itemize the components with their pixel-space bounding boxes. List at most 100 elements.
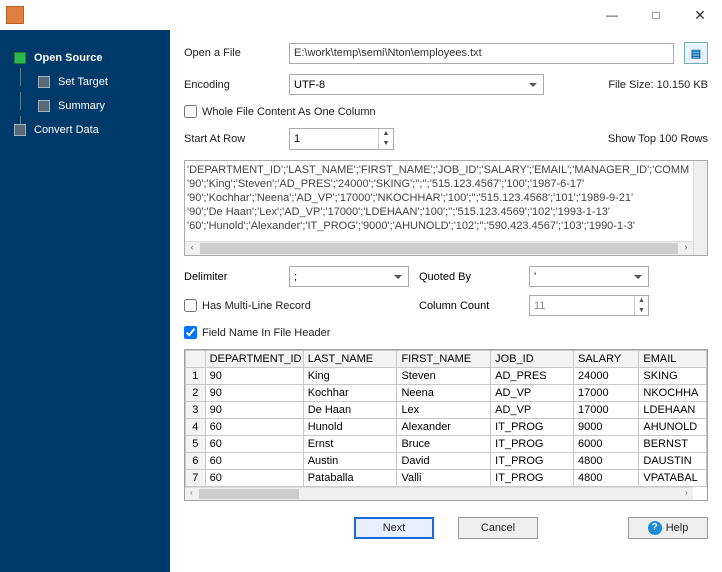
help-icon: ? — [648, 521, 662, 535]
column-count-spinner[interactable]: 11 ▲▼ — [529, 295, 649, 316]
step-icon — [14, 124, 26, 136]
cell: DAUSTIN — [639, 453, 707, 470]
step-convert-data[interactable]: Convert Data — [0, 118, 170, 142]
cell: Valli — [397, 470, 491, 487]
column-header[interactable]: LAST_NAME — [303, 351, 397, 368]
step-summary[interactable]: Summary — [0, 94, 170, 118]
row-number: 7 — [186, 470, 206, 487]
field-name-header-checkbox[interactable]: Field Name In File Header — [184, 326, 708, 339]
table-row[interactable]: 390De HaanLexAD_VP17000LDEHAAN — [186, 402, 707, 419]
preview-line: '90';'Kochhar';'Neena';'AD_VP';'17000';'… — [187, 191, 705, 205]
maximize-button[interactable]: □ — [634, 0, 678, 30]
cell: Lex — [397, 402, 491, 419]
row-number: 5 — [186, 436, 206, 453]
cell: 4800 — [574, 470, 639, 487]
cell: Pataballa — [303, 470, 397, 487]
cell: AD_VP — [491, 385, 574, 402]
file-size-label: File Size: 10.150 KB — [608, 79, 708, 91]
column-count-label: Column Count — [419, 300, 519, 312]
table-hscroll[interactable]: ‹› — [185, 487, 693, 500]
open-file-label: Open a File — [184, 47, 279, 59]
spin-down-icon[interactable]: ▼ — [635, 306, 648, 316]
row-number: 4 — [186, 419, 206, 436]
whole-file-checkbox[interactable]: Whole File Content As One Column — [184, 105, 708, 118]
window-titlebar: — □ ✕ — [0, 0, 722, 30]
step-label: Convert Data — [34, 124, 99, 136]
cancel-button[interactable]: Cancel — [458, 517, 538, 539]
cell: Kochhar — [303, 385, 397, 402]
preview-line: '90';'De Haan';'Lex';'AD_VP';'17000';'LD… — [187, 205, 705, 219]
cell: Ernst — [303, 436, 397, 453]
step-icon — [38, 100, 50, 112]
spin-down-icon[interactable]: ▼ — [379, 139, 393, 149]
step-open-source[interactable]: Open Source — [0, 46, 170, 70]
open-file-input[interactable]: E:\work\temp\semi\Nton\employees.txt — [289, 43, 674, 64]
cell: Neena — [397, 385, 491, 402]
cell: NKOCHHA — [639, 385, 707, 402]
browse-file-button[interactable]: ▤ — [684, 42, 708, 64]
row-number: 1 — [186, 368, 206, 385]
quoted-by-select[interactable]: ' — [529, 266, 649, 287]
column-header[interactable]: FIRST_NAME — [397, 351, 491, 368]
app-icon — [6, 6, 24, 24]
start-row-label: Start At Row — [184, 133, 279, 145]
table-row[interactable]: 760PataballaValliIT_PROG4800VPATABAL — [186, 470, 707, 487]
cell: LDEHAAN — [639, 402, 707, 419]
wizard-sidebar: Open Source Set Target Summary Convert D… — [0, 30, 170, 572]
column-header[interactable]: SALARY — [574, 351, 639, 368]
table-row[interactable]: 560ErnstBruceIT_PROG6000BERNST — [186, 436, 707, 453]
preview-hscroll[interactable]: ‹› — [185, 241, 693, 255]
table-row[interactable]: 290KochharNeenaAD_VP17000NKOCHHA — [186, 385, 707, 402]
next-button[interactable]: Next — [354, 517, 434, 539]
cell: Hunold — [303, 419, 397, 436]
cell: 60 — [205, 436, 303, 453]
show-top-rows-label: Show Top 100 Rows — [608, 133, 708, 145]
step-active-icon — [14, 52, 26, 64]
cell: David — [397, 453, 491, 470]
cell: IT_PROG — [491, 436, 574, 453]
folder-icon: ▤ — [691, 47, 701, 60]
cell: Alexander — [397, 419, 491, 436]
preview-vscroll[interactable] — [693, 161, 707, 255]
table-row[interactable]: 460HunoldAlexanderIT_PROG9000AHUNOLD — [186, 419, 707, 436]
table-row[interactable]: 660AustinDavidIT_PROG4800DAUSTIN — [186, 453, 707, 470]
encoding-select[interactable]: UTF-8 — [289, 74, 544, 95]
cell: IT_PROG — [491, 470, 574, 487]
cell: AD_PRES — [491, 368, 574, 385]
row-number: 3 — [186, 402, 206, 419]
cell: 90 — [205, 402, 303, 419]
column-header[interactable]: EMAIL — [639, 351, 707, 368]
data-table: DEPARTMENT_ID LAST_NAME FIRST_NAME JOB_I… — [184, 349, 708, 501]
multiline-checkbox[interactable]: Has Multi-Line Record — [184, 299, 409, 312]
cell: BERNST — [639, 436, 707, 453]
column-header[interactable]: DEPARTMENT_ID — [205, 351, 303, 368]
start-row-spinner[interactable]: 1 ▲▼ — [289, 128, 394, 150]
cell: 17000 — [574, 402, 639, 419]
preview-line: '90';'King';'Steven';'AD_PRES';'24000';'… — [187, 177, 705, 191]
table-row[interactable]: 190KingStevenAD_PRES24000SKING — [186, 368, 707, 385]
cell: 60 — [205, 453, 303, 470]
column-header[interactable]: JOB_ID — [491, 351, 574, 368]
cell: 90 — [205, 368, 303, 385]
spin-up-icon[interactable]: ▲ — [379, 129, 393, 139]
cell: 17000 — [574, 385, 639, 402]
cell: AD_VP — [491, 402, 574, 419]
minimize-button[interactable]: — — [590, 0, 634, 30]
step-label: Set Target — [58, 76, 108, 88]
step-set-target[interactable]: Set Target — [0, 70, 170, 94]
encoding-label: Encoding — [184, 79, 279, 91]
cell: De Haan — [303, 402, 397, 419]
spin-up-icon[interactable]: ▲ — [635, 296, 648, 306]
close-button[interactable]: ✕ — [678, 0, 722, 30]
preview-line: 'DEPARTMENT_ID';'LAST_NAME';'FIRST_NAME'… — [187, 163, 705, 177]
cell: Steven — [397, 368, 491, 385]
cell: 24000 — [574, 368, 639, 385]
delimiter-label: Delimiter — [184, 271, 279, 283]
cell: 60 — [205, 419, 303, 436]
cell: SKING — [639, 368, 707, 385]
help-button[interactable]: ? Help — [628, 517, 708, 539]
step-label: Summary — [58, 100, 105, 112]
row-number-header — [186, 351, 206, 368]
delimiter-select[interactable]: ; — [289, 266, 409, 287]
step-label: Open Source — [34, 52, 102, 64]
